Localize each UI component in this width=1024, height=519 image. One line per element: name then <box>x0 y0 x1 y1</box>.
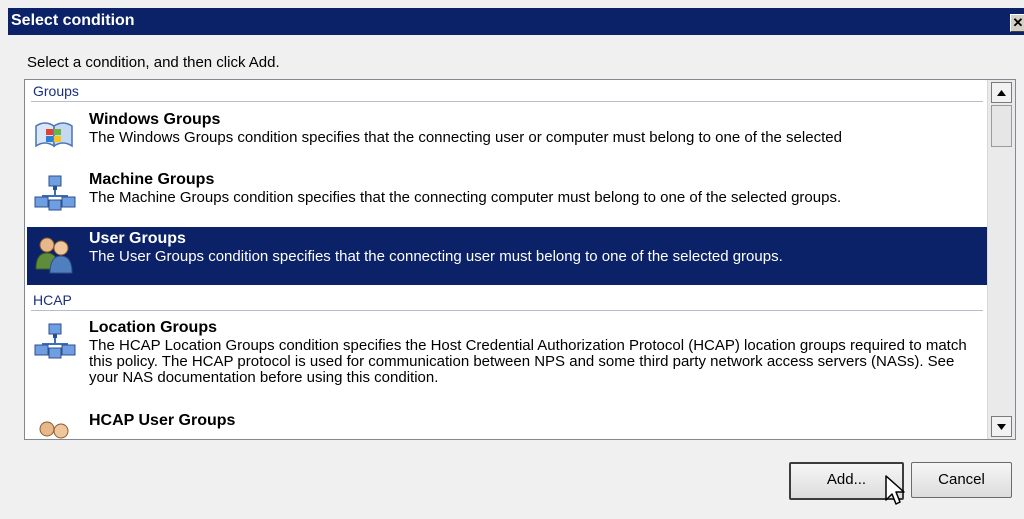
list-item-hcap-user-groups[interactable]: HCAP User Groups <box>27 409 987 439</box>
group-divider <box>31 310 983 311</box>
item-description: The Windows Groups condition specifies t… <box>89 129 842 146</box>
chevron-up-icon <box>997 89 1006 96</box>
scroll-down-button[interactable] <box>991 416 1012 437</box>
group-header-groups: Groups <box>25 80 987 102</box>
vertical-scrollbar[interactable] <box>987 80 1015 439</box>
windows-groups-icon <box>33 114 77 156</box>
item-name: HCAP User Groups <box>89 412 236 429</box>
condition-list-content: Groups Windows Groups The Windows Groups… <box>25 80 987 439</box>
instruction-text: Select a condition, and then click Add. <box>27 54 280 71</box>
hcap-user-groups-icon <box>33 415 77 439</box>
cancel-button[interactable]: Cancel <box>911 462 1012 498</box>
close-button[interactable]: ✕ <box>1010 14 1024 32</box>
close-icon: ✕ <box>1012 15 1024 30</box>
list-item-location-groups[interactable]: Location Groups The HCAP Location Groups… <box>27 316 987 406</box>
scroll-up-button[interactable] <box>991 82 1012 103</box>
group-divider <box>31 101 983 102</box>
item-description: The Machine Groups condition specifies t… <box>89 189 842 206</box>
chevron-down-icon <box>997 423 1006 430</box>
location-groups-icon <box>33 322 77 364</box>
group-header-label: Groups <box>33 83 79 99</box>
machine-groups-icon <box>33 174 77 216</box>
item-name: User Groups <box>89 230 186 247</box>
group-header-hcap: HCAP <box>25 289 987 311</box>
scroll-thumb[interactable] <box>991 105 1012 147</box>
dialog-title: Select condition <box>11 12 135 29</box>
mouse-cursor-icon <box>885 475 905 505</box>
item-name: Windows Groups <box>89 111 221 128</box>
item-name: Location Groups <box>89 319 217 336</box>
condition-list[interactable]: Groups Windows Groups The Windows Groups… <box>24 79 1016 440</box>
user-groups-icon <box>33 233 77 275</box>
item-description: The HCAP Location Groups condition speci… <box>89 337 967 386</box>
list-item-machine-groups[interactable]: Machine Groups The Machine Groups condit… <box>27 168 987 224</box>
item-name: Machine Groups <box>89 171 215 188</box>
item-description: The User Groups condition specifies that… <box>89 248 783 265</box>
group-header-label: HCAP <box>33 292 72 308</box>
list-item-windows-groups[interactable]: Windows Groups The Windows Groups condit… <box>27 108 987 164</box>
dialog-title-bar: Select condition ✕ <box>8 8 1024 35</box>
list-item-user-groups[interactable]: User Groups The User Groups condition sp… <box>27 227 987 285</box>
